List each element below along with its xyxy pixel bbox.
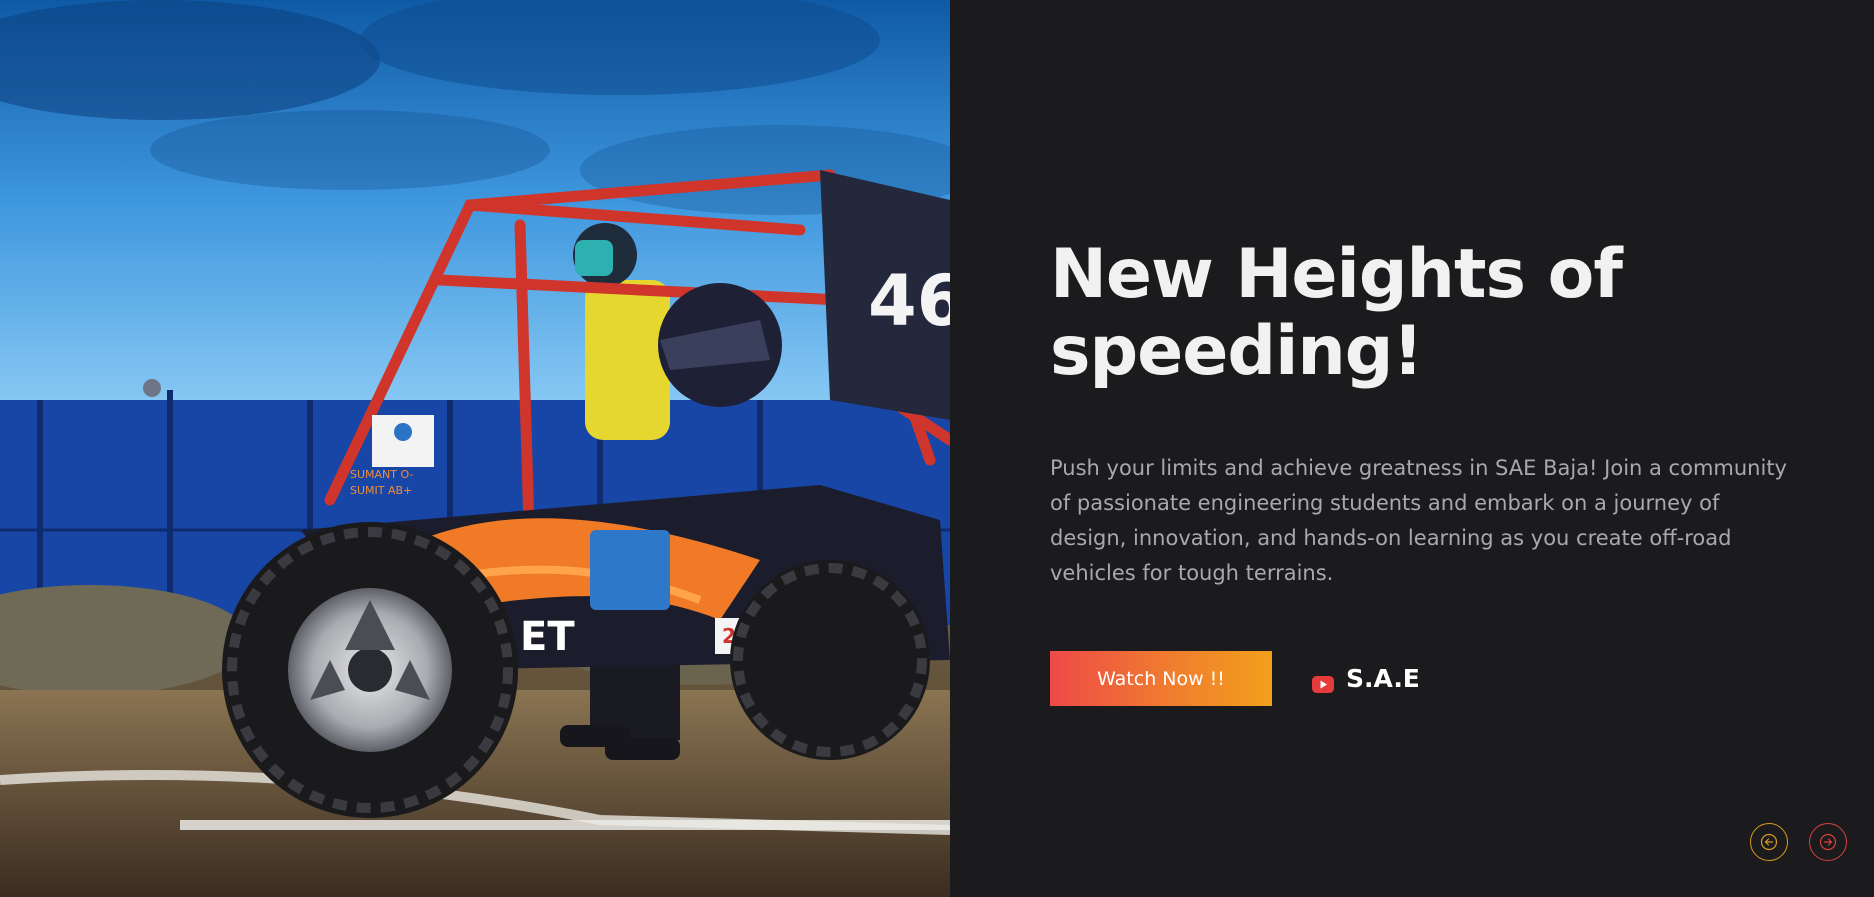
youtube-icon bbox=[1312, 670, 1334, 693]
decal-name-1: SUMANT O- bbox=[350, 468, 413, 481]
hero-content: New Heights of speeding! Push your limit… bbox=[950, 0, 1874, 897]
arrow-right-circle-icon bbox=[1819, 833, 1837, 851]
hero-description: Push your limits and achieve greatness i… bbox=[1050, 456, 1787, 585]
slider-prev-button[interactable] bbox=[1750, 823, 1788, 861]
slider-next-button[interactable] bbox=[1809, 823, 1847, 861]
arrow-left-circle-icon bbox=[1760, 833, 1778, 851]
side-text: ET bbox=[520, 614, 575, 660]
sae-link-label: S.A.E bbox=[1346, 663, 1420, 693]
watch-now-button[interactable]: Watch Now !! bbox=[1050, 651, 1272, 706]
decal-name-2: SUMIT AB+ bbox=[350, 484, 412, 497]
hero-section: 46 SUMANT O- SUMIT AB+ ET 24x7 bbox=[0, 0, 1874, 897]
sae-youtube-link[interactable]: S.A.E bbox=[1312, 662, 1420, 694]
hero-headline: New Heights of speeding! bbox=[1050, 235, 1623, 391]
car-number-text: 46 bbox=[868, 260, 950, 342]
buggy-illustration: 46 SUMANT O- SUMIT AB+ ET 24x7 bbox=[0, 0, 950, 897]
hero-photo: 46 SUMANT O- SUMIT AB+ ET 24x7 bbox=[0, 0, 950, 897]
